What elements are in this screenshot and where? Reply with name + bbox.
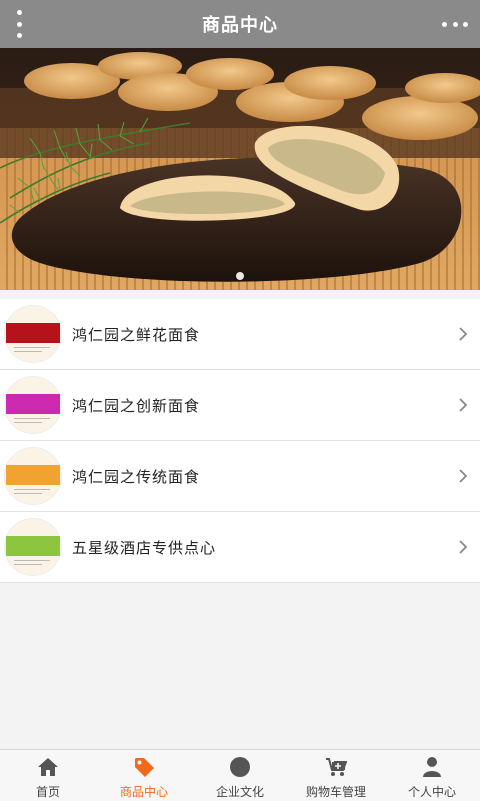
- category-thumbnail: [4, 447, 62, 505]
- chevron-right-icon: [459, 469, 468, 483]
- page-title: 商品中心: [202, 15, 278, 36]
- home-icon: [38, 758, 58, 776]
- list-item[interactable]: 鸿仁园之鲜花面食: [0, 299, 480, 370]
- banner-carousel[interactable]: [0, 48, 480, 290]
- product-category-list: 鸿仁园之鲜花面食 鸿仁园之创新面食 鸿仁园之传统面食 五星级酒店专供点心: [0, 299, 480, 583]
- category-label: 鸿仁园之鲜花面食: [72, 325, 201, 344]
- tab-label: 企业文化: [215, 785, 264, 799]
- top-bar: 商品中心: [0, 0, 480, 48]
- tab-label: 购物车管理: [305, 785, 366, 799]
- chevron-right-icon: [459, 398, 468, 412]
- more-button[interactable]: [442, 17, 468, 31]
- banner-image: [0, 48, 480, 290]
- chevron-right-icon: [459, 540, 468, 554]
- bottom-tab-bar: 首页 商品中心 企业文化 购物车管理 个人中心: [0, 749, 480, 801]
- tab-profile[interactable]: 个人中心: [384, 750, 480, 801]
- tag-icon: [135, 758, 154, 777]
- category-label: 鸿仁园之传统面食: [72, 467, 201, 486]
- carousel-dot[interactable]: [236, 272, 244, 280]
- category-thumbnail: [4, 376, 62, 434]
- list-item[interactable]: 鸿仁园之创新面食: [0, 370, 480, 441]
- tab-label: 个人中心: [407, 785, 456, 799]
- tab-cart[interactable]: 购物车管理: [288, 750, 384, 801]
- user-icon: [423, 757, 441, 777]
- menu-button[interactable]: [10, 10, 28, 38]
- carousel-indicator: [0, 272, 480, 280]
- horizontal-dots-icon: [442, 21, 447, 27]
- list-item[interactable]: 五星级酒店专供点心: [0, 512, 480, 583]
- circle-icon: [230, 757, 250, 777]
- tab-label: 商品中心: [119, 785, 168, 799]
- category-thumbnail: [4, 305, 62, 363]
- tab-label: 首页: [35, 785, 60, 799]
- tab-home[interactable]: 首页: [0, 750, 96, 801]
- list-item[interactable]: 鸿仁园之传统面食: [0, 441, 480, 512]
- vertical-dots-icon: [16, 10, 22, 15]
- chevron-right-icon: [459, 327, 468, 341]
- tab-culture[interactable]: 企业文化: [192, 750, 288, 801]
- tab-products[interactable]: 商品中心: [96, 750, 192, 801]
- category-label: 五星级酒店专供点心: [72, 538, 217, 557]
- category-label: 鸿仁园之创新面食: [72, 396, 201, 415]
- category-thumbnail: [4, 518, 62, 576]
- cart-icon: [326, 758, 347, 776]
